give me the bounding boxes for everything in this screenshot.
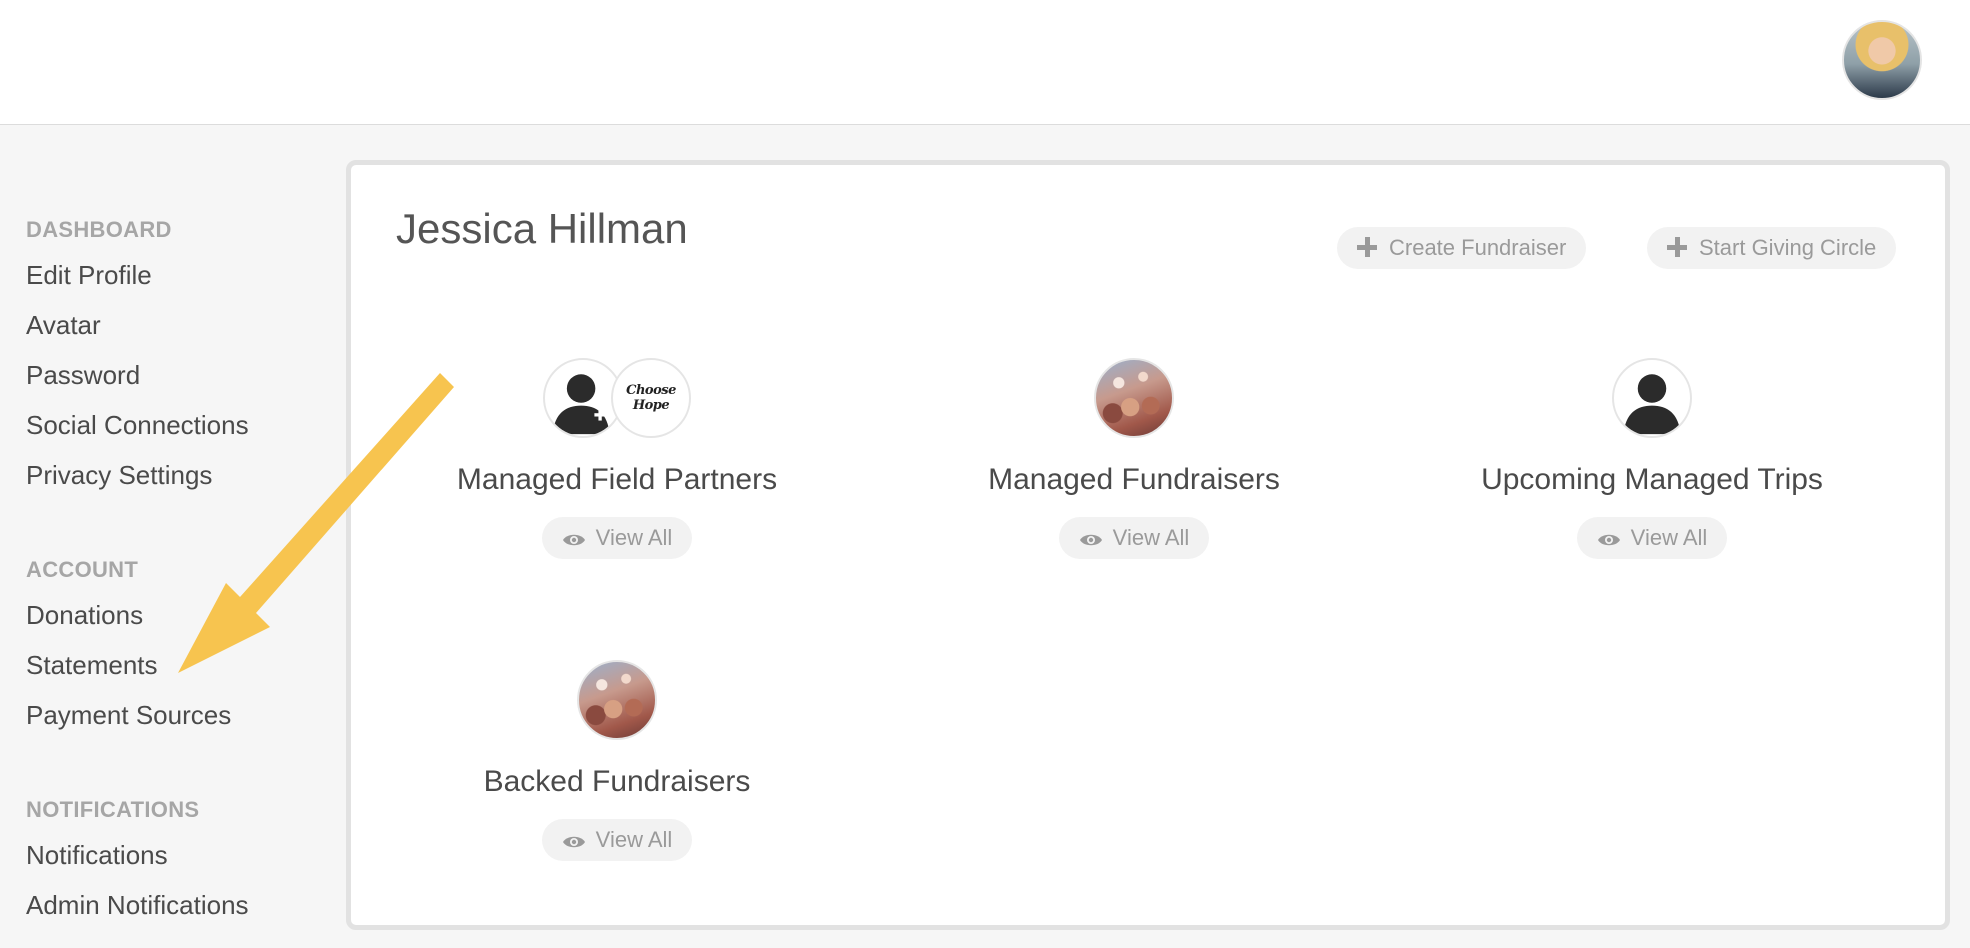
- eye-icon: [562, 534, 585, 546]
- eye-icon: [1079, 534, 1102, 546]
- page-title: Jessica Hillman: [396, 205, 688, 252]
- create-fundraiser-button[interactable]: Create Fundraiser: [1337, 227, 1587, 269]
- sidebar-item-notifications[interactable]: Notifications: [26, 830, 326, 880]
- sidebar-item-admin-notifications[interactable]: Admin Notifications: [26, 880, 326, 930]
- view-all-label: View All: [1630, 525, 1708, 550]
- dashboard-panel: Jessica Hillman Create Fundraiser Start …: [346, 160, 1950, 930]
- sidebar-item-payment-sources[interactable]: Payment Sources: [26, 690, 326, 740]
- upcoming-managed-trips-card: Upcoming Managed Trips View All: [1412, 358, 1892, 559]
- view-all-button[interactable]: View All: [541, 819, 693, 861]
- crowd-photo: [577, 660, 657, 740]
- choose-hope-logo: Choose Hope: [611, 358, 691, 438]
- create-fundraiser-label: Create Fundraiser: [1389, 235, 1567, 260]
- view-all-button[interactable]: View All: [1058, 517, 1210, 559]
- annotation-arrow-icon: [178, 373, 454, 673]
- start-giving-circle-button[interactable]: Start Giving Circle: [1647, 227, 1897, 269]
- crowd-photo: [1094, 358, 1174, 438]
- sidebar-item-avatar[interactable]: Avatar: [26, 300, 326, 350]
- sidebar-heading-notifications: NOTIFICATIONS: [26, 797, 200, 822]
- sidebar-item-edit-profile[interactable]: Edit Profile: [26, 250, 326, 300]
- plus-icon: [1667, 237, 1687, 257]
- managed-fundraisers-card: Managed Fundraisers View All: [894, 358, 1374, 559]
- view-all-button[interactable]: View All: [1576, 517, 1728, 559]
- top-bar: [0, 0, 1970, 125]
- view-all-label: View All: [1112, 525, 1190, 550]
- card-title: Upcoming Managed Trips: [1481, 463, 1823, 496]
- eye-icon: [1597, 534, 1620, 546]
- start-giving-circle-label: Start Giving Circle: [1699, 235, 1877, 260]
- plus-icon: [1357, 237, 1377, 257]
- eye-icon: [562, 836, 585, 848]
- card-title: Managed Fundraisers: [988, 463, 1280, 496]
- person-icon: [1612, 358, 1692, 438]
- view-all-label: View All: [595, 827, 673, 852]
- choose-hope-logo-text: Choose Hope: [626, 383, 676, 413]
- sidebar-heading-dashboard: DASHBOARD: [26, 217, 172, 242]
- card-title: Backed Fundraisers: [483, 765, 751, 798]
- view-all-button[interactable]: View All: [541, 517, 693, 559]
- backed-fundraisers-card: Backed Fundraisers View All: [377, 660, 857, 861]
- user-avatar[interactable]: [1842, 20, 1922, 100]
- view-all-label: View All: [595, 525, 673, 550]
